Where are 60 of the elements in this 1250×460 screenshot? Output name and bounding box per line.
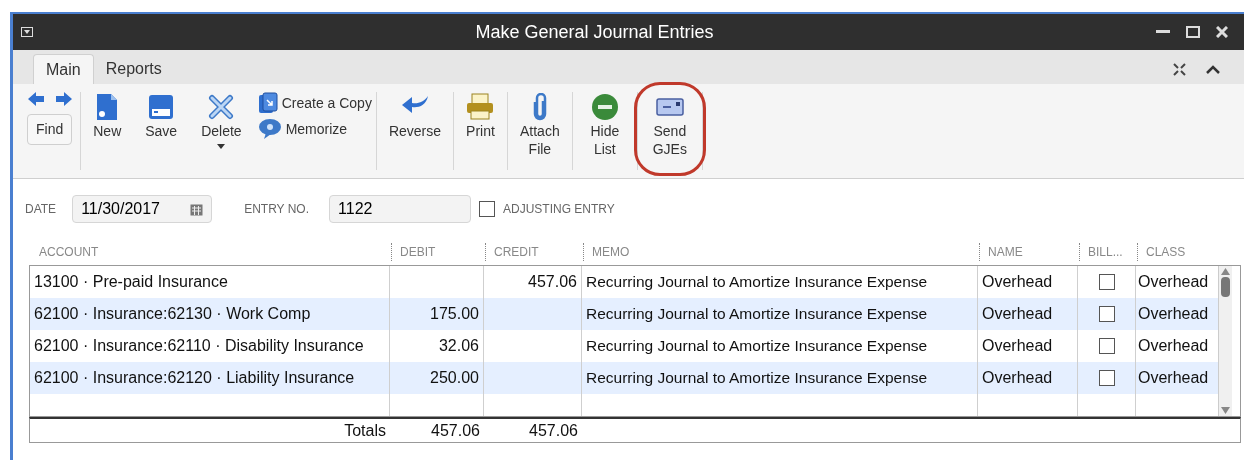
scroll-up-icon[interactable] — [1221, 268, 1230, 275]
calendar-icon[interactable] — [190, 202, 204, 216]
window-title: Make General Journal Entries — [474, 20, 715, 44]
toolbar-button[interactable]: Delete — [189, 84, 254, 149]
copy-document-icon — [257, 92, 278, 114]
column-header[interactable]: NAME — [980, 243, 1031, 261]
speech-bubble-icon — [257, 118, 282, 140]
checkbox[interactable] — [1098, 274, 1115, 290]
toolbar-button[interactable]: Attach File — [507, 84, 572, 158]
tab[interactable]: Main — [33, 54, 94, 84]
toolbar-button[interactable]: Hide List — [572, 84, 637, 158]
minimize-icon[interactable] — [1156, 30, 1170, 34]
checkbox[interactable] — [479, 201, 496, 217]
column-header[interactable]: CREDIT — [486, 243, 547, 261]
checkbox[interactable] — [1098, 306, 1115, 322]
toolbar-button[interactable]: Create a Copy — [257, 92, 372, 114]
entry-number-label: ENTRY NO. — [244, 201, 310, 218]
table-cell-text: Overhead — [1137, 336, 1210, 356]
paperclip-icon — [531, 93, 548, 121]
column-header[interactable]: DEBIT — [392, 243, 444, 261]
scroll-down-icon[interactable] — [1221, 407, 1230, 414]
printer-icon — [466, 93, 495, 121]
adjusting-entry-label: ADJUSTING ENTRY — [503, 201, 615, 218]
find-button[interactable]: Find — [27, 114, 73, 145]
maximize-icon[interactable] — [1186, 26, 1200, 38]
toolbar-button[interactable]: Reverse — [376, 84, 454, 140]
date-field[interactable]: 11/30/2017 — [72, 195, 213, 223]
expand-icon[interactable] — [1173, 63, 1186, 76]
scrollbar[interactable] — [1218, 266, 1232, 416]
column-header[interactable]: CLASS — [1138, 243, 1194, 261]
window-menu-icon[interactable] — [21, 27, 33, 37]
toolbar-button[interactable]: Save — [133, 84, 190, 140]
column-header[interactable]: ACCOUNT — [31, 243, 107, 261]
back-arrow-icon[interactable] — [27, 92, 44, 106]
toolbar-button[interactable]: Send GJEs — [637, 84, 702, 158]
date-label: DATE — [25, 201, 57, 218]
toolbar-button[interactable]: Memorize — [257, 118, 372, 140]
new-document-icon — [96, 93, 119, 121]
close-icon[interactable] — [1216, 26, 1228, 38]
toolbar-button[interactable]: Print — [454, 84, 507, 140]
x-icon — [208, 94, 235, 120]
column-header[interactable]: BILL... — [1080, 243, 1131, 261]
minus-circle-icon — [590, 93, 619, 121]
toolbar-button[interactable]: New — [81, 84, 134, 140]
forward-arrow-icon[interactable] — [55, 92, 72, 106]
table-cell-text: Overhead — [1137, 304, 1210, 324]
total-debit: 457.06 — [430, 420, 481, 441]
collapse-icon[interactable] — [1206, 65, 1220, 74]
scroll-thumb[interactable] — [1221, 277, 1230, 297]
checkbox[interactable] — [1098, 370, 1115, 386]
entry-number-field[interactable]: 1122 — [329, 195, 472, 223]
table-cell-text: Overhead — [1137, 272, 1210, 292]
total-credit: 457.06 — [528, 420, 579, 441]
tab[interactable]: Reports — [93, 54, 174, 84]
checkbox[interactable] — [1098, 338, 1115, 354]
table-cell-text: Overhead — [1137, 368, 1210, 388]
envelope-icon — [655, 97, 684, 117]
caret-icon — [217, 144, 226, 149]
column-header[interactable]: MEMO — [584, 243, 638, 261]
totals-label: Totals — [343, 420, 387, 441]
